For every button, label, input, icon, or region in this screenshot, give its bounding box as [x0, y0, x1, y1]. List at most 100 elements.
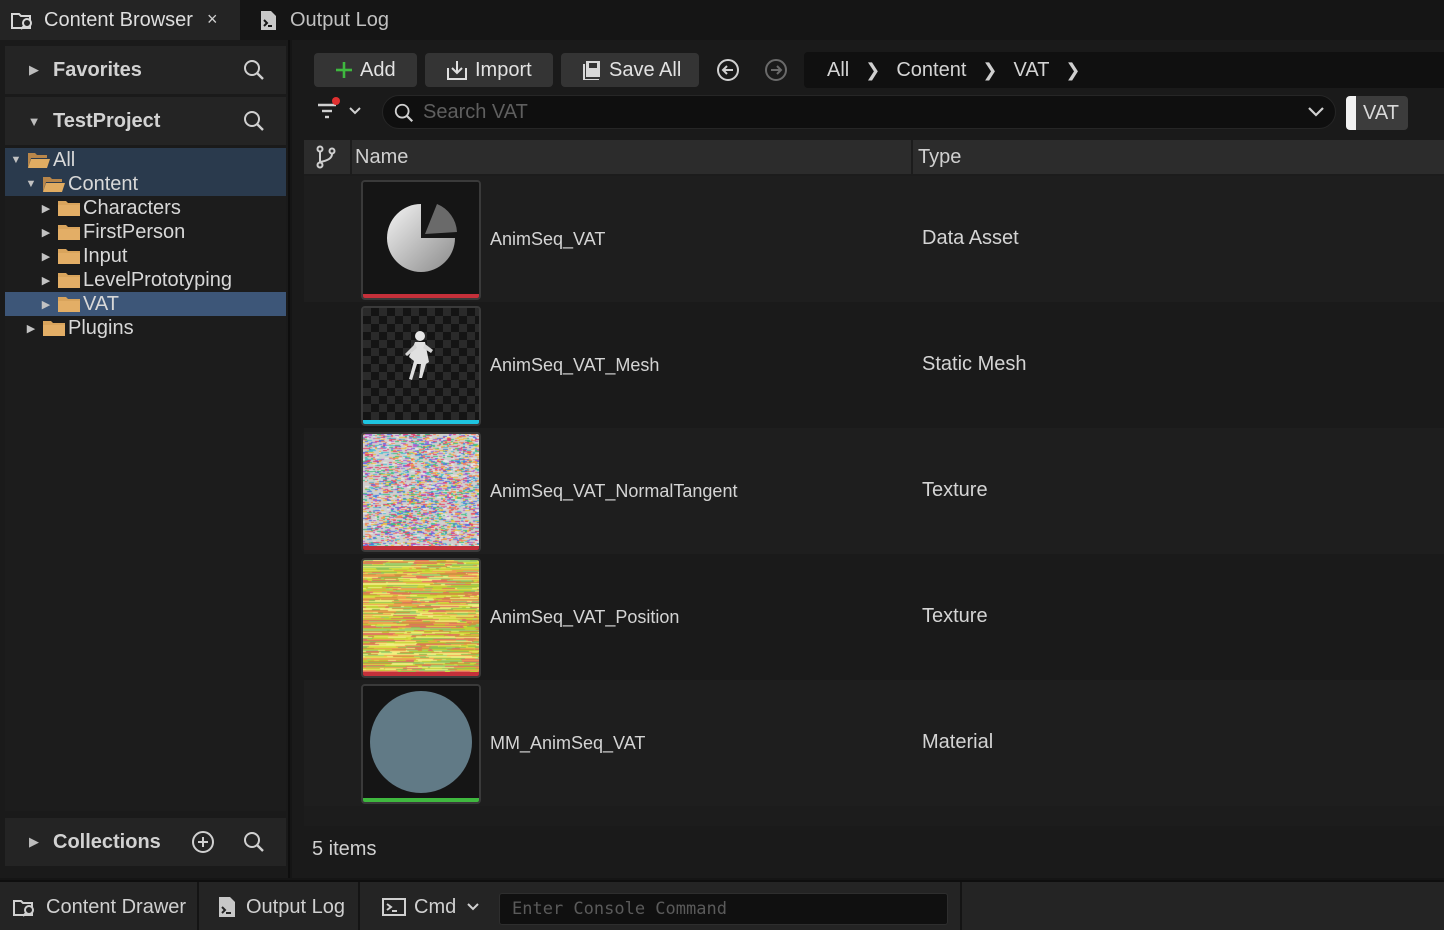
- chevron-right-icon[interactable]: ❯: [865, 60, 880, 81]
- tree-item-firstperson[interactable]: ▶ FirstPerson: [5, 220, 286, 244]
- item-count: 5 items: [312, 838, 377, 860]
- tab-output-log[interactable]: Output Log: [252, 0, 452, 40]
- search-input[interactable]: [423, 96, 1283, 128]
- source-control-branch-icon[interactable]: [315, 145, 337, 169]
- chevron-right-icon[interactable]: ▶: [27, 834, 41, 850]
- cmd-label: Cmd: [414, 895, 457, 918]
- output-log-label: Output Log: [246, 895, 345, 918]
- collections-header[interactable]: ▶ Collections: [5, 818, 286, 866]
- plus-icon: [336, 62, 352, 78]
- tree-item-label: LevelPrototyping: [83, 268, 232, 291]
- search-icon[interactable]: [242, 109, 266, 133]
- chevron-right-icon[interactable]: ▶: [39, 226, 53, 239]
- chevron-right-icon[interactable]: ▶: [39, 298, 53, 311]
- search-box[interactable]: [382, 95, 1336, 129]
- column-type[interactable]: Type: [918, 146, 961, 169]
- breadcrumb-vat[interactable]: VAT: [1013, 59, 1049, 82]
- add-collection-icon[interactable]: [190, 829, 216, 855]
- path-filter-chip[interactable]: VAT: [1346, 96, 1408, 130]
- asset-thumbnail[interactable]: [361, 180, 481, 300]
- filter-row: VAT: [292, 92, 1444, 132]
- tree-item-all[interactable]: ▼ All: [5, 148, 286, 172]
- tree-item-levelprototyping[interactable]: ▶ LevelPrototyping: [5, 268, 286, 292]
- asset-row[interactable]: AnimSeq_VAT_Mesh Static Mesh: [304, 302, 1444, 428]
- chevron-right-icon[interactable]: ❯: [1065, 60, 1080, 81]
- chevron-right-icon[interactable]: ▶: [39, 250, 53, 263]
- asset-row[interactable]: AnimSeq_VAT Data Asset: [304, 176, 1444, 302]
- asset-type-color-strip: [363, 420, 479, 424]
- asset-list: Name Type AnimSeq_VAT Data Asset AnimSeq_V…: [304, 140, 1444, 826]
- breadcrumb: All ❯ Content ❯ VAT ❯: [804, 52, 1444, 88]
- tab-label: Output Log: [290, 8, 389, 31]
- asset-row[interactable]: MM_AnimSeq_VAT Material: [304, 680, 1444, 806]
- terminal-icon: [382, 898, 406, 916]
- tab-content-browser[interactable]: Content Browser ×: [0, 0, 240, 40]
- tree-item-label: All: [53, 148, 76, 171]
- chip-toggle[interactable]: [1346, 96, 1356, 130]
- folder-tree: ▼ All ▼ Content ▶ Characters ▶ FirstPerson ▶ Inpu…: [5, 148, 286, 811]
- import-button[interactable]: Import: [425, 53, 553, 87]
- chevron-right-icon[interactable]: ❯: [982, 60, 997, 81]
- column-divider[interactable]: [911, 140, 913, 174]
- tree-item-input[interactable]: ▶ Input: [5, 244, 286, 268]
- cmd-dropdown[interactable]: Cmd: [362, 882, 497, 930]
- save-all-button[interactable]: Save All: [561, 53, 699, 87]
- tree-item-content[interactable]: ▼ Content: [5, 172, 286, 196]
- project-label: TestProject: [53, 109, 161, 132]
- favorites-header[interactable]: ▶ Favorites: [5, 46, 286, 94]
- asset-row[interactable]: AnimSeq_VAT_NormalTangent Texture: [304, 428, 1444, 554]
- tree-item-label: VAT: [83, 292, 119, 315]
- tree-item-characters[interactable]: ▶ Characters: [5, 196, 286, 220]
- back-arrow-icon[interactable]: [716, 58, 740, 82]
- asset-thumbnail[interactable]: [361, 306, 481, 426]
- chevron-down-icon[interactable]: ▼: [9, 154, 23, 166]
- asset-type: Data Asset: [922, 227, 1019, 249]
- asset-thumbnail[interactable]: [361, 684, 481, 804]
- console-box[interactable]: [499, 893, 948, 925]
- chevron-right-icon[interactable]: ▶: [24, 322, 38, 335]
- console-input[interactable]: [500, 894, 947, 924]
- folder-open-icon: [28, 153, 50, 168]
- asset-row[interactable]: AnimSeq_VAT_Position Texture: [304, 554, 1444, 680]
- sources-panel: ▶ Favorites ▼ TestProject ▼ All ▼ Content ▶ C…: [0, 40, 290, 878]
- chevron-right-icon[interactable]: ▶: [39, 202, 53, 215]
- search-icon[interactable]: [242, 830, 266, 854]
- tab-label: Content Browser: [44, 8, 193, 31]
- toolbar: Add Import Save All All ❯ Content ❯ VAT …: [292, 40, 1444, 90]
- texture-noise-icon: [363, 434, 479, 546]
- forward-arrow-icon[interactable]: [764, 58, 788, 82]
- tree-item-label: Characters: [83, 196, 181, 219]
- project-header[interactable]: ▼ TestProject: [5, 97, 286, 145]
- filter-icon[interactable]: [316, 96, 366, 126]
- chevron-right-icon[interactable]: ▶: [39, 274, 53, 287]
- breadcrumb-content[interactable]: Content: [896, 59, 966, 82]
- save-all-label: Save All: [609, 58, 682, 81]
- asset-thumbnail[interactable]: [361, 432, 481, 552]
- chevron-right-icon[interactable]: ▶: [27, 62, 41, 78]
- search-icon: [394, 103, 414, 123]
- import-icon: [447, 61, 467, 80]
- tree-item-vat[interactable]: ▶ VAT: [5, 292, 286, 316]
- chevron-down-icon[interactable]: ▼: [24, 178, 38, 190]
- import-label: Import: [475, 58, 532, 81]
- asset-type-color-strip: [363, 294, 479, 298]
- content-drawer-button[interactable]: Content Drawer: [0, 882, 199, 930]
- chevron-down-icon[interactable]: [1307, 105, 1325, 119]
- asset-name: AnimSeq_VAT: [490, 229, 606, 249]
- tree-item-label: FirstPerson: [83, 220, 186, 243]
- search-icon[interactable]: [242, 58, 266, 82]
- asset-thumbnail[interactable]: [361, 558, 481, 678]
- column-name[interactable]: Name: [355, 146, 408, 169]
- column-divider[interactable]: [350, 140, 352, 174]
- output-log-button[interactable]: Output Log: [200, 882, 360, 930]
- texture-position-icon: [363, 560, 479, 672]
- chevron-down-icon[interactable]: ▼: [27, 114, 41, 129]
- content-browser-icon: [11, 13, 32, 30]
- favorites-label: Favorites: [53, 58, 142, 81]
- breadcrumb-all[interactable]: All: [827, 59, 849, 82]
- add-label: Add: [360, 58, 396, 81]
- close-icon[interactable]: ×: [207, 9, 218, 30]
- add-button[interactable]: Add: [314, 53, 417, 87]
- document-tab-strip: Content Browser × Output Log: [0, 0, 1444, 40]
- tree-item-plugins[interactable]: ▶ Plugins: [5, 316, 286, 340]
